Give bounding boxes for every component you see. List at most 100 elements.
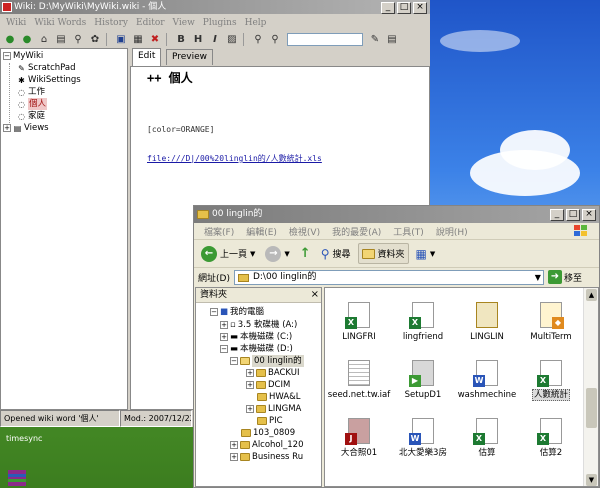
file-item[interactable]: ▶ SetupD1	[391, 360, 455, 400]
folder-floppy-a[interactable]: + ▫ 3.5 軟碟機 (A:)	[220, 319, 297, 331]
file-item[interactable]: W 北大愛樂3房	[391, 418, 455, 458]
menu-wiki[interactable]: Wiki	[2, 18, 30, 28]
scroll-up-icon[interactable]: ▲	[586, 289, 597, 301]
home-icon[interactable]: ⌂	[36, 32, 52, 47]
wiki-titlebar[interactable]: Wiki: D:\MyWiki\MyWiki.wiki - 個人 _ □ ×	[0, 0, 430, 14]
expand-icon[interactable]: +	[246, 405, 254, 413]
tree-item-wikisettings[interactable]: ✱ WikiSettings	[17, 74, 81, 86]
folder-backui[interactable]: + BACKUI	[246, 367, 300, 379]
up-button[interactable]: ↑	[297, 243, 314, 264]
menu-help[interactable]: Help	[241, 18, 271, 28]
open-icon[interactable]: ▤	[53, 32, 69, 47]
file-item[interactable]: J 大合照01	[327, 418, 391, 458]
search-button[interactable]: ⚲ 搜尋	[318, 243, 354, 264]
menu-view[interactable]: 檢視(V)	[283, 225, 326, 238]
address-input[interactable]: D:\00 linglin的 ▼	[233, 269, 544, 285]
file-item[interactable]: X 估算	[455, 418, 519, 458]
expand-icon[interactable]: +	[230, 441, 238, 449]
menu-help[interactable]: 說明(H)	[430, 225, 474, 238]
folder-my-computer[interactable]: − ■ 我的電腦	[210, 306, 264, 318]
explorer-titlebar[interactable]: 00 linglin的 _ □ ×	[194, 206, 599, 223]
tree-item-family[interactable]: ◌ 家庭	[17, 110, 45, 122]
collapse-icon[interactable]: −	[230, 357, 238, 365]
expand-icon[interactable]: +	[220, 321, 228, 329]
menu-plugins[interactable]: Plugins	[199, 18, 241, 28]
find-next-icon[interactable]: ⚲	[267, 32, 283, 47]
file-item[interactable]: W washmechine	[455, 360, 519, 400]
file-item-selected[interactable]: X 人數統計	[519, 360, 583, 401]
tree-item-work[interactable]: ◌ 工作	[17, 86, 45, 98]
close-button[interactable]: ×	[413, 2, 427, 14]
tab-edit[interactable]: Edit	[132, 48, 162, 66]
expand-icon[interactable]: +	[246, 369, 254, 377]
italic-button[interactable]: I	[207, 32, 223, 47]
chevron-down-icon[interactable]: ▼	[535, 271, 541, 284]
find-icon[interactable]: ⚲	[250, 32, 266, 47]
back-icon[interactable]: ●	[2, 32, 18, 47]
forward-icon[interactable]: ●	[19, 32, 35, 47]
winrar-icon[interactable]	[6, 468, 28, 488]
menu-editor[interactable]: Editor	[132, 18, 169, 28]
vertical-scrollbar[interactable]: ▲ ▼	[583, 288, 598, 486]
maximize-button[interactable]: □	[397, 2, 411, 14]
folder-drive-d[interactable]: − ▬ 本機磁碟 (D:)	[220, 343, 293, 355]
expand-icon[interactable]: +	[230, 453, 238, 461]
heading-button[interactable]: H	[190, 32, 206, 47]
pin-icon[interactable]: ✎	[367, 32, 383, 47]
file-item[interactable]: seed.net.tw.iaf	[327, 360, 391, 400]
bold-button[interactable]: B	[173, 32, 189, 47]
forward-button[interactable]: → ▼	[262, 243, 292, 264]
save-icon[interactable]: ▣	[113, 32, 129, 47]
wiki-search-input[interactable]	[287, 33, 363, 46]
folder-business[interactable]: + Business Ru	[230, 451, 303, 463]
folder-lingma[interactable]: + LINGMA	[246, 403, 301, 415]
scroll-down-icon[interactable]: ▼	[586, 474, 597, 486]
delete-icon[interactable]: ✖	[147, 32, 163, 47]
scroll-thumb[interactable]	[586, 388, 597, 428]
folder-dcim[interactable]: + DCIM	[246, 379, 290, 391]
menu-history[interactable]: History	[90, 18, 132, 28]
file-item[interactable]: X lingfriend	[391, 302, 455, 342]
file-item[interactable]: ◆ MultiTerm	[519, 302, 583, 342]
tab-preview[interactable]: Preview	[166, 49, 214, 65]
menu-tools[interactable]: 工具(T)	[387, 225, 430, 238]
image-icon[interactable]: ▨	[224, 32, 240, 47]
folders-button[interactable]: 資料夾	[357, 243, 409, 264]
maximize-button[interactable]: □	[566, 209, 580, 221]
file-item[interactable]: X LINGFRI	[327, 302, 391, 342]
folder-alcohol[interactable]: + Alcohol_120	[230, 439, 303, 451]
file-item[interactable]: LINGLIN	[455, 302, 519, 342]
menu-edit[interactable]: 編輯(E)	[240, 225, 283, 238]
tree-item-scratchpad[interactable]: ✎ ScratchPad	[17, 62, 75, 74]
rename-icon[interactable]: ▦	[130, 32, 146, 47]
close-button[interactable]: ×	[582, 209, 596, 221]
go-button[interactable]: ➜ 移至	[547, 270, 582, 284]
folder-drive-c[interactable]: + ▬ 本機磁碟 (C:)	[220, 331, 292, 343]
menu-favorites[interactable]: 我的最愛(A)	[326, 225, 387, 238]
refresh-icon[interactable]: ✿	[87, 32, 103, 47]
expand-icon[interactable]: +	[246, 381, 254, 389]
views-button[interactable]: ▦ ▼	[413, 243, 439, 264]
tree-item-mywiki[interactable]: − MyWiki	[3, 50, 43, 62]
collapse-icon[interactable]: −	[220, 345, 228, 353]
expand-icon[interactable]: +	[3, 124, 11, 132]
minimize-button[interactable]: _	[381, 2, 395, 14]
folder-hwal[interactable]: HWA&L	[257, 391, 301, 403]
file-item[interactable]: X 估算2	[519, 418, 583, 458]
folder-00-linglin[interactable]: − 00 linglin的	[230, 355, 304, 367]
folder-103-0809[interactable]: 103_0809	[241, 427, 295, 439]
menu-wiki-words[interactable]: Wiki Words	[30, 18, 90, 28]
search-icon[interactable]: ⚲	[70, 32, 86, 47]
expand-icon[interactable]: +	[220, 333, 228, 341]
editor-file-link[interactable]: file:///D|/00%20linglin的/人數統計.xls	[147, 153, 322, 164]
tree-item-personal[interactable]: ◌ 個人	[17, 98, 48, 110]
menu-view[interactable]: View	[169, 18, 199, 28]
collapse-icon[interactable]: −	[3, 52, 11, 60]
collapse-icon[interactable]: −	[210, 308, 218, 316]
tree-item-views[interactable]: + ▤ Views	[3, 122, 49, 134]
options-icon[interactable]: ▤	[384, 32, 400, 47]
close-icon[interactable]: ×	[311, 289, 319, 301]
minimize-button[interactable]: _	[550, 209, 564, 221]
back-button[interactable]: ← 上一頁 ▼	[198, 243, 258, 264]
folder-pic[interactable]: PIC	[257, 415, 283, 427]
